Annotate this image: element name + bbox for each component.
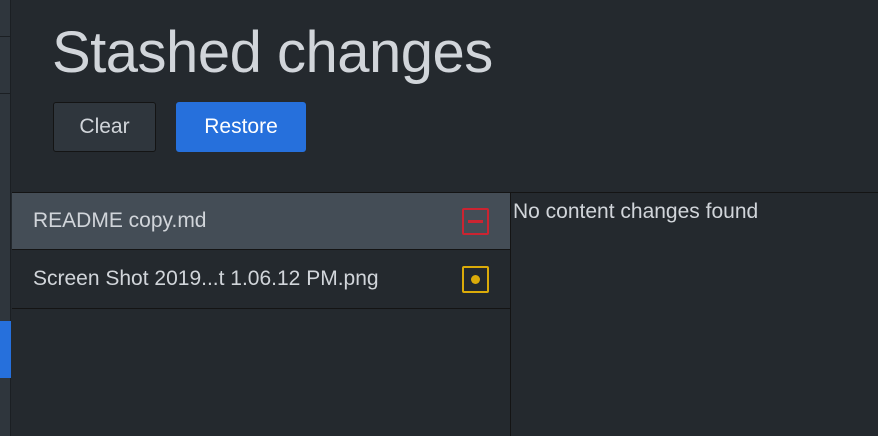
file-name: README copy.md bbox=[33, 209, 207, 232]
file-name: Screen Shot 2019...t 1.06.12 PM.png bbox=[33, 267, 379, 290]
clear-button[interactable]: Clear bbox=[53, 102, 156, 152]
sidebar-edge bbox=[0, 0, 11, 436]
minus-glyph bbox=[468, 219, 483, 223]
file-modified-icon bbox=[462, 265, 489, 293]
sidebar-edge-divider bbox=[0, 36, 11, 37]
empty-diff-message: No content changes found bbox=[513, 200, 759, 223]
sidebar-edge-divider bbox=[0, 93, 11, 94]
file-deleted-icon bbox=[462, 207, 489, 235]
stash-header: Stashed changes Clear Restore bbox=[12, 0, 878, 193]
sidebar-selected-item[interactable] bbox=[0, 321, 11, 378]
restore-button[interactable]: Restore bbox=[176, 102, 306, 152]
dot-glyph bbox=[471, 274, 480, 284]
file-row[interactable]: README copy.md bbox=[12, 193, 510, 250]
stash-view: Stashed changes Clear Restore README cop… bbox=[0, 0, 878, 436]
file-row[interactable]: Screen Shot 2019...t 1.06.12 PM.png bbox=[12, 250, 510, 309]
page-title: Stashed changes bbox=[52, 20, 493, 85]
diff-panel: No content changes found bbox=[511, 193, 878, 436]
stashed-file-list: README copy.md Screen Shot 2019...t 1.06… bbox=[12, 193, 510, 436]
